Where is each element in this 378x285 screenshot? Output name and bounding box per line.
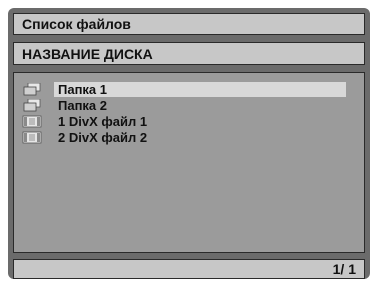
video-file-icon [22,115,42,128]
file-label: 2 DivX файл 2 [58,130,148,145]
file-list-screen: Список файлов НАЗВАНИЕ ДИСКА Папка 1 Пап… [0,0,378,285]
file-label: Папка 2 [58,98,108,113]
video-file-icon [22,131,42,144]
file-label: 1 DivX файл 1 [58,114,148,129]
file-label: Папка 1 [54,82,346,97]
list-item-divx-2[interactable]: 2 DivX файл 2 [22,130,352,145]
folder-icon [22,82,42,96]
list-item-folder-2[interactable]: Папка 2 [22,98,352,113]
window-title: Список файлов [13,13,365,35]
list-item-folder-1[interactable]: Папка 1 [22,82,352,97]
file-list: Папка 1 Папка 2 1 DivX файл 1 2 DivX фай… [13,72,365,253]
folder-icon [22,98,42,112]
disc-name: НАЗВАНИЕ ДИСКА [13,42,365,65]
list-item-divx-1[interactable]: 1 DivX файл 1 [22,114,352,129]
page-indicator: 1/ 1 [13,259,365,279]
